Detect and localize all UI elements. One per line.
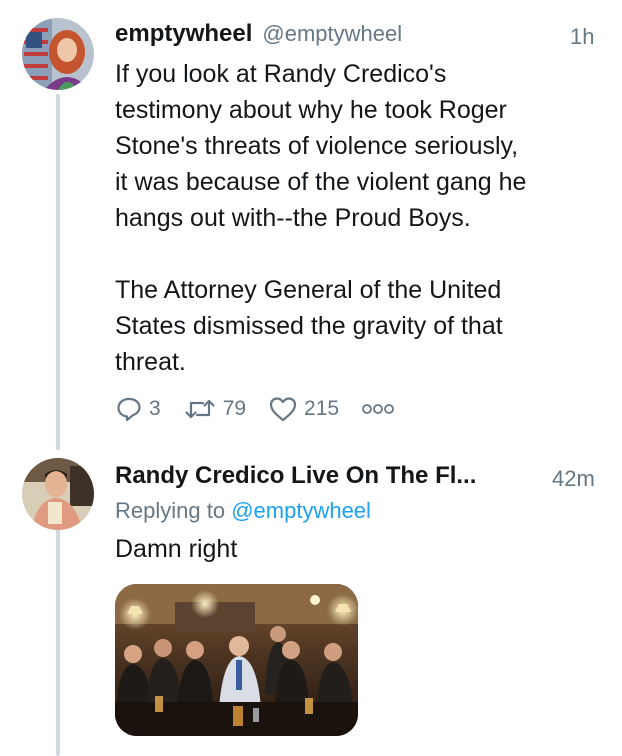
more-button[interactable] — [361, 402, 401, 416]
reply-count: 3 — [149, 397, 161, 420]
replying-to: Replying to @emptywheel — [115, 498, 371, 524]
tweet-header: Randy Credico Live On The Fl... — [115, 462, 476, 490]
avatar[interactable] — [22, 18, 94, 90]
text-line: The Attorney General of the United — [115, 276, 502, 304]
text-line: States dismissed the gravity of that — [115, 312, 503, 340]
retweet-count: 79 — [222, 397, 247, 420]
tweet-actions: 3 79 215 — [115, 394, 423, 424]
author-name[interactable]: Randy Credico Live On The Fl... — [115, 462, 476, 490]
like-count: 215 — [304, 397, 340, 420]
author-name[interactable]: emptywheel — [115, 20, 252, 48]
text-line: it was because of the violent gang he — [115, 168, 527, 196]
like-icon — [269, 397, 297, 422]
retweet-icon — [185, 399, 215, 419]
more-icon — [362, 404, 394, 414]
tweet-text: If you look at Randy Credico's testimony… — [115, 56, 605, 380]
group-photo — [115, 584, 358, 736]
mention-link[interactable]: @emptywheel — [231, 498, 371, 523]
tweet-timestamp[interactable]: 42m — [552, 466, 595, 492]
retweet-button[interactable]: 79 — [183, 395, 246, 423]
text-line: If you look at Randy Credico's — [115, 60, 447, 88]
author-handle[interactable]: @emptywheel — [262, 21, 402, 47]
tweet-photo[interactable] — [115, 584, 358, 736]
text-line: testimony about why he took Roger — [115, 96, 507, 124]
reply-icon — [117, 397, 141, 422]
reply-button[interactable]: 3 — [115, 395, 161, 423]
tweet-header: emptywheel @emptywheel — [115, 20, 402, 48]
tweet-timestamp[interactable]: 1h — [570, 24, 594, 50]
thread-connector-lower — [56, 528, 60, 756]
text-line: hangs out with--the Proud Boys. — [115, 204, 471, 232]
text-line: Stone's threats of violence seriously, — [115, 132, 519, 160]
tweet-paragraph: Damn right — [115, 535, 238, 563]
thread-connector — [56, 94, 60, 450]
tweet-paragraph: The Attorney General of the United State… — [115, 272, 605, 380]
tweet-text: Damn right — [115, 531, 605, 567]
tweet-paragraph: If you look at Randy Credico's testimony… — [115, 56, 605, 236]
text-line: threat. — [115, 348, 186, 376]
replying-prefix: Replying to — [115, 498, 226, 523]
avatar[interactable] — [22, 458, 94, 530]
like-button[interactable]: 215 — [268, 395, 339, 423]
